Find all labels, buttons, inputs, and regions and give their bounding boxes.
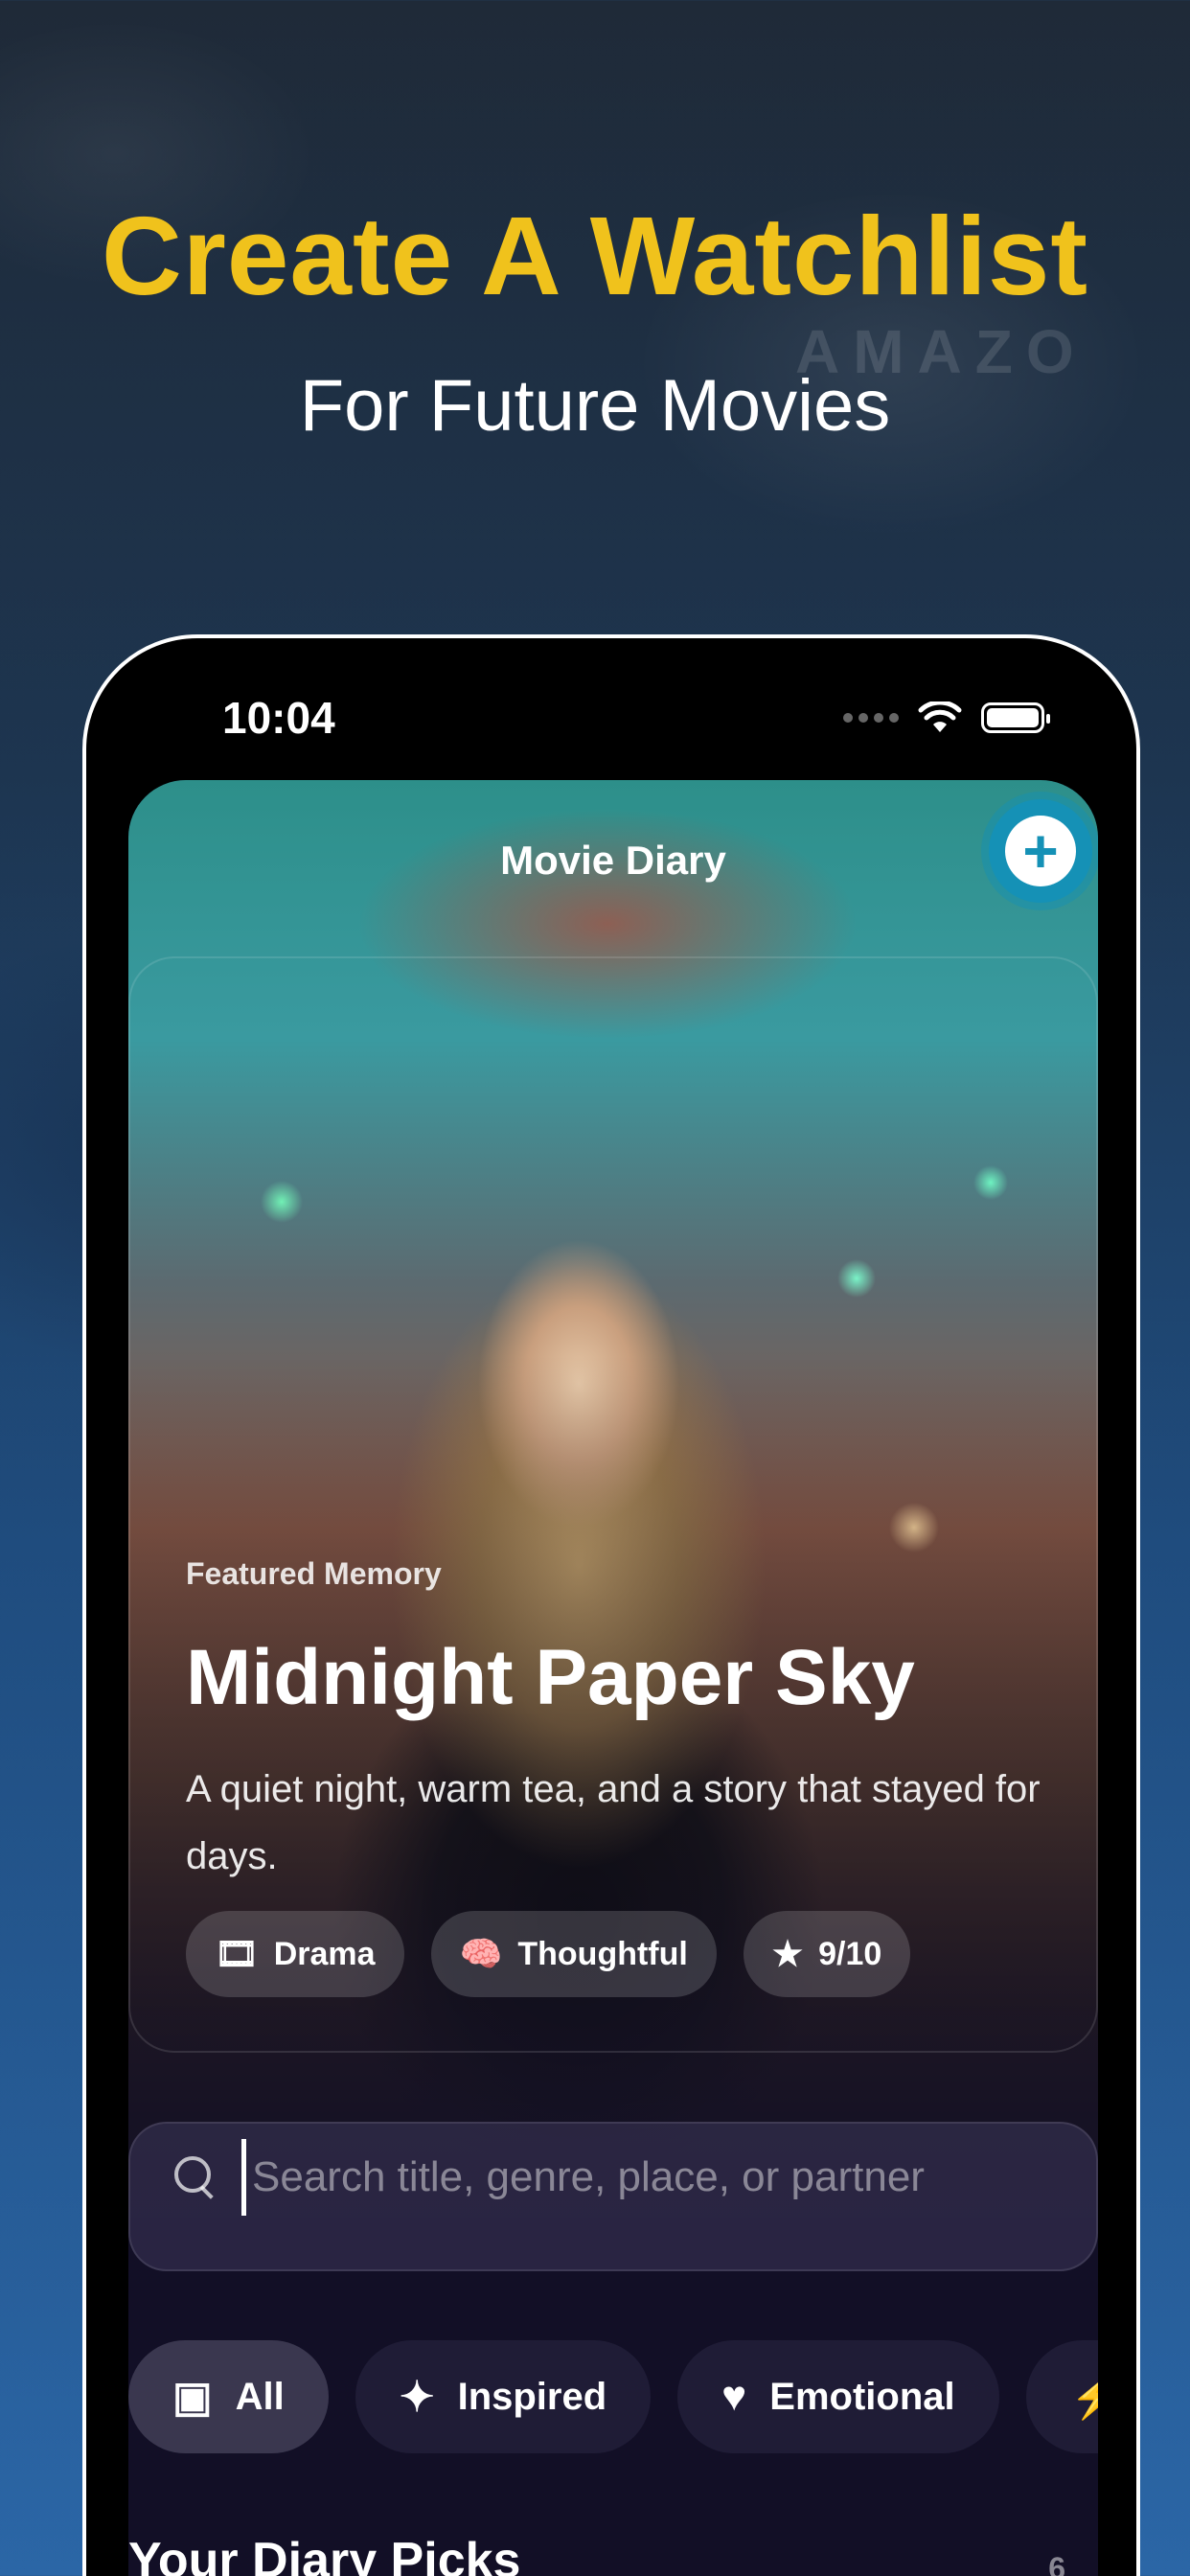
star-icon: ★ <box>771 1934 804 1973</box>
tag-rating: ★ 9/10 <box>743 1911 911 1997</box>
cellular-signal-icon <box>843 713 899 723</box>
filter-label: Emotional <box>769 2375 955 2418</box>
tag-label: Thoughtful <box>517 1935 688 1972</box>
brain-icon: 🧠 <box>459 1934 503 1973</box>
section-title: Your Diary Picks <box>128 2533 521 2576</box>
status-time: 10:04 <box>222 693 335 743</box>
battery-icon <box>981 702 1050 733</box>
heart-icon: ♥ <box>721 2373 747 2420</box>
filter-energetic[interactable]: ⚡ <box>1025 2340 1098 2453</box>
search-container <box>128 2122 1098 2271</box>
tag-genre: 🎞 Drama <box>186 1911 404 1997</box>
search-bar[interactable] <box>130 2124 1098 2231</box>
phone-frame: 10:04 Movie Diary + Featured Memory Midn… <box>82 634 1140 2576</box>
filter-label: Inspired <box>457 2375 607 2418</box>
wifi-icon <box>918 702 962 732</box>
filter-inspired[interactable]: ✦ Inspired <box>355 2340 652 2453</box>
search-icon <box>174 2156 217 2198</box>
sparkle-icon: ✦ <box>399 2373 435 2421</box>
featured-description: A quiet night, warm tea, and a story tha… <box>186 1768 1041 1877</box>
filter-chips: ▣ All ✦ Inspired ♥ Emotional ⚡ <box>128 2340 1098 2453</box>
tag-label: 9/10 <box>818 1935 882 1972</box>
featured-tags: 🎞 Drama 🧠 Thoughtful ★ 9/10 <box>186 1911 911 1997</box>
plus-icon: + <box>1005 816 1076 886</box>
app-title: Movie Diary <box>500 838 726 883</box>
filter-all[interactable]: ▣ All <box>128 2340 329 2453</box>
bolt-icon: ⚡ <box>1070 2372 1098 2422</box>
picks-count: 6 <box>1048 2551 1065 2576</box>
filter-label: All <box>235 2375 285 2418</box>
app-screen: Movie Diary + Featured Memory Midnight P… <box>128 780 1098 2576</box>
marketing-subheadline: For Future Movies <box>299 365 891 447</box>
marketing-headline: Create A Watchlist <box>102 194 1088 318</box>
tag-mood: 🧠 Thoughtful <box>430 1911 717 1997</box>
status-bar: 10:04 <box>86 638 1136 763</box>
tag-label: Drama <box>273 1935 376 1972</box>
status-icons <box>843 702 1050 734</box>
featured-title: Midnight Paper Sky <box>186 1634 915 1721</box>
filter-emotional[interactable]: ♥ Emotional <box>677 2340 999 2453</box>
add-entry-button[interactable]: + <box>989 799 1092 903</box>
search-input[interactable] <box>241 2139 1098 2216</box>
tv-icon: ▣ <box>172 2373 213 2421</box>
featured-label: Featured Memory <box>186 1556 442 1591</box>
film-icon: 🎞 <box>215 1934 259 1973</box>
